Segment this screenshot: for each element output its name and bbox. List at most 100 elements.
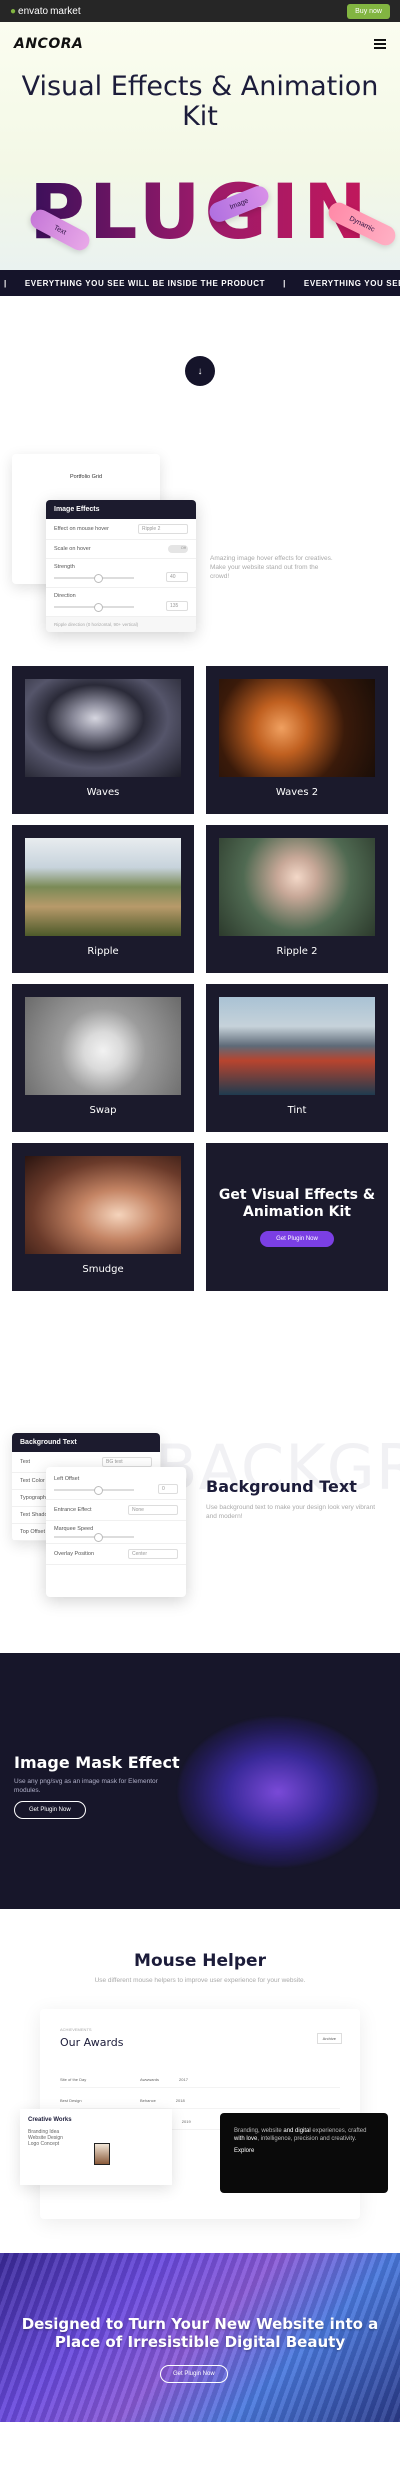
card-label: Swap (89, 1105, 117, 1116)
award-org: Awwwards (140, 2077, 160, 2082)
strength-slider[interactable] (54, 574, 134, 583)
effect-card-tint[interactable]: Tint (206, 984, 388, 1132)
card-label: Tint (287, 1105, 307, 1116)
row-label: Effect on mouse hover (54, 526, 109, 532)
strength-row: Strength 40 (46, 559, 196, 588)
creative-thumbnail (94, 2143, 110, 2165)
swap-image (25, 997, 181, 1095)
portfolio-grid-title: Portfolio Grid (69, 474, 103, 480)
creative-works-preview: Creative Works Branding Idea Website Des… (20, 2109, 172, 2185)
mask-smoke-image (178, 1717, 378, 1867)
image-mask-get-plugin-button[interactable]: Get Plugin Now (14, 1801, 86, 1819)
card-label: Waves (86, 787, 120, 798)
award-row[interactable]: Best Design Behance 2018 (60, 2098, 340, 2109)
effect-card-waves[interactable]: Waves (12, 666, 194, 814)
envato-topbar: ● envato market Buy now (0, 0, 400, 22)
row-label: Text Color (20, 1478, 45, 1484)
direction-input[interactable]: 135 (166, 601, 188, 611)
scale-hover-row: Scale on hover Off (46, 540, 196, 559)
marquee-text: EVERYTHING YOU SEE WILL BE INSIDE THE PR… (24, 278, 266, 288)
hero-section: ANCORA Visual Effects & Animation Kit PL… (0, 22, 400, 270)
award-row[interactable]: Site of the Day Awwwards 2017 (60, 2077, 340, 2088)
background-text-panel-title: Background Text (12, 1433, 160, 1452)
left-offset-input[interactable]: 0 (158, 1484, 178, 1494)
background-text-description: Use background text to make your design … (206, 1504, 376, 1520)
marquee-text: EVERYTHING YOU SEE WILL BE INSIDE THE PR… (303, 278, 400, 288)
main-nav: ANCORA (0, 22, 400, 66)
effects-grid: Waves Waves 2 Ripple Ripple 2 Swap Tint … (0, 666, 400, 1291)
effect-select[interactable]: Ripple 2 (138, 524, 188, 534)
effects-description: Amazing image hover effects for creative… (210, 555, 333, 580)
arrow-down-icon[interactable]: ↓ (185, 356, 215, 386)
card-label: Ripple 2 (276, 946, 318, 957)
card-label: Ripple (87, 946, 119, 957)
dark-card-link[interactable]: Explore (234, 2147, 374, 2155)
dark-helper-card: Branding, website and digital experience… (220, 2113, 388, 2193)
row-label: Overlay Position (54, 1551, 95, 1557)
card-label: Smudge (82, 1264, 124, 1275)
hamburger-menu-icon[interactable] (374, 39, 386, 49)
row-label: Direction (54, 593, 76, 599)
get-kit-title: Get Visual Effects & Animation Kit (218, 1187, 376, 1220)
overlay-position-select[interactable]: Center (128, 1549, 178, 1559)
image-mask-description: Use any png/svg as an image mask for Ele… (14, 1778, 158, 1794)
award-name: Site of the Day (60, 2077, 87, 2082)
direction-slider[interactable] (54, 603, 134, 612)
row-label: Text (20, 1459, 31, 1465)
dark-text-highlight: with love (234, 2136, 258, 2142)
award-org: Behance (140, 2098, 156, 2103)
strength-input[interactable]: 40 (166, 572, 188, 582)
bt-text-input[interactable]: BG text (102, 1457, 152, 1467)
waves-2-image (219, 679, 375, 777)
footer-get-plugin-button[interactable]: Get Plugin Now (160, 2365, 228, 2383)
effect-hover-row: Effect on mouse hover Ripple 2 (46, 519, 196, 540)
entrance-effect-select[interactable]: None (128, 1505, 178, 1515)
hero-title: Visual Effects & Animation Kit (21, 71, 379, 132)
row-label: Typography (20, 1495, 49, 1501)
dark-text: Branding, website (234, 2128, 284, 2134)
bt-row: Marquee Speed (46, 1521, 186, 1544)
tint-image (219, 997, 375, 1095)
row-label: Top Offset (20, 1529, 45, 1535)
image-effects-title: Image Effects (46, 500, 196, 519)
image-effects-section: Portfolio Grid Image Effects Effect on m… (0, 446, 400, 666)
background-text-title: Background Text (206, 1477, 357, 1496)
dark-text-highlight: and digital (283, 2128, 311, 2134)
scale-toggle[interactable]: Off (168, 545, 188, 553)
row-label: Marquee Speed (54, 1526, 94, 1532)
row-label: Left Offset (54, 1476, 80, 1482)
effect-card-ripple-2[interactable]: Ripple 2 (206, 825, 388, 973)
effect-card-waves-2[interactable]: Waves 2 (206, 666, 388, 814)
effect-card-ripple[interactable]: Ripple (12, 825, 194, 973)
marquee-separator: | (4, 278, 7, 288)
effect-card-swap[interactable]: Swap (12, 984, 194, 1132)
marquee-speed-slider[interactable] (54, 1533, 134, 1542)
award-year: 2018 (175, 2098, 185, 2103)
row-label: Scale on hover (54, 546, 91, 552)
site-logo[interactable]: ANCORA (14, 36, 83, 52)
award-year: 2019 (181, 2119, 191, 2124)
buy-now-button[interactable]: Buy now (347, 3, 390, 19)
left-offset-slider[interactable] (54, 1486, 134, 1495)
background-text-section: BACKGROUND Background Text Text BG text … (0, 1291, 400, 1653)
footer-cta-title: Designed to Turn Your New Website into a… (21, 2315, 379, 2351)
mouse-helper-title: Mouse Helper (134, 1951, 266, 1971)
image-mask-section: Image Mask Effect Use any png/svg as an … (0, 1653, 400, 1909)
awards-archive-button[interactable]: Archive (316, 2033, 342, 2044)
brand-left: envato (18, 5, 49, 17)
effect-card-smudge[interactable]: Smudge (12, 1143, 194, 1291)
ripple-image (25, 838, 181, 936)
footer-cta-section: Designed to Turn Your New Website into a… (0, 2253, 400, 2422)
offset-settings-panel: Left Offset 0 Entrance Effect None Marqu… (46, 1467, 186, 1597)
dark-text: , intelligence, precision and creativity… (257, 2136, 357, 2142)
panel-footer-note: Ripple direction (0 horizontal, 90+ vert… (46, 617, 196, 632)
award-year: 2017 (179, 2077, 188, 2082)
marquee-strip: | EVERYTHING YOU SEE WILL BE INSIDE THE … (0, 270, 400, 296)
creative-works-title: Creative Works (28, 2117, 72, 2123)
image-effects-panel: Image Effects Effect on mouse hover Ripp… (46, 500, 196, 632)
envato-logo[interactable]: ● envato market (10, 6, 81, 17)
get-plugin-button[interactable]: Get Plugin Now (260, 1231, 334, 1247)
mouse-helper-description: Use different mouse helpers to improve u… (94, 1977, 306, 1984)
bt-row: Entrance Effect None (46, 1500, 186, 1521)
waves-image (25, 679, 181, 777)
